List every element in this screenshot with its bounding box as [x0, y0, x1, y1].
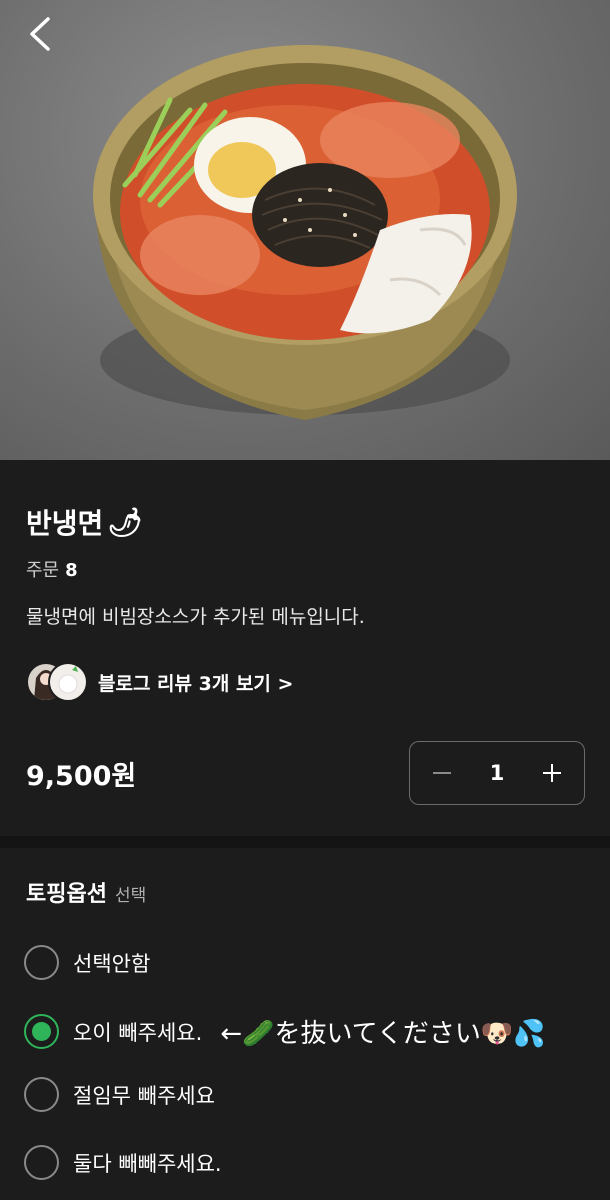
product-title-row: 반냉면 🌶 [26, 502, 143, 542]
radio-button[interactable] [24, 1077, 59, 1112]
option-item-no-cucumber[interactable]: 오이 빼주세요. ←🥒を抜いてください🐶💦 [24, 1013, 546, 1050]
order-label: 주문 [26, 560, 60, 581]
blog-review-label: 블로그 리뷰 3개 보기 > [98, 672, 294, 695]
section-divider [0, 836, 610, 848]
radio-button[interactable] [24, 945, 59, 980]
minus-icon [433, 772, 451, 774]
plus-icon [543, 764, 561, 782]
increase-button[interactable] [540, 761, 564, 785]
reviewer-avatars [26, 662, 88, 702]
topping-options-section: 토핑옵션 선택 선택안함 오이 빼주세요. ←🥒を抜いてください🐶💦 절임무 빼… [0, 848, 610, 1200]
options-header: 토핑옵션 선택 [26, 876, 146, 908]
product-name: 반냉면 [26, 507, 104, 540]
radio-button[interactable] [24, 1145, 59, 1180]
option-label: 절임무 빼주세요 [73, 1083, 215, 1108]
order-count-row: 주문 8 [26, 556, 78, 582]
avatar [48, 662, 88, 702]
option-label: 오이 빼주세요. [73, 1020, 203, 1045]
product-price: 9,500원 [26, 761, 137, 792]
option-item-no-pickled-radish[interactable]: 절임무 빼주세요 [24, 1077, 215, 1112]
back-button[interactable] [20, 14, 60, 54]
product-image [0, 0, 610, 460]
order-count: 8 [65, 560, 78, 581]
option-label: 선택안함 [73, 951, 151, 976]
quantity-stepper: 1 [409, 741, 585, 805]
options-title: 토핑옵션 [26, 882, 107, 907]
quantity-value: 1 [489, 761, 505, 785]
options-subtitle: 선택 [114, 886, 147, 906]
product-description: 물냉면에 비빔장소스가 추가된 메뉴입니다. [26, 606, 365, 628]
decrease-button[interactable] [430, 761, 454, 785]
product-info-section: 반냉면 🌶 주문 8 물냉면에 비빔장소스가 추가된 메뉴입니다. 블로그 리뷰 … [0, 460, 610, 836]
naengmyeon-bowl-image [93, 45, 517, 420]
option-label: 둘다 빼빼주세요. [73, 1151, 222, 1176]
chevron-left-icon [30, 17, 50, 51]
option-item-no-both[interactable]: 둘다 빼빼주세요. [24, 1145, 222, 1180]
option-item-none[interactable]: 선택안함 [24, 945, 150, 980]
chili-pepper-icon: 🌶 [107, 505, 143, 539]
radio-button-selected[interactable] [24, 1014, 59, 1049]
blog-review-link[interactable]: 블로그 리뷰 3개 보기 > [26, 662, 293, 702]
handwritten-annotation: ←🥒を抜いてください🐶💦 [220, 1019, 546, 1049]
